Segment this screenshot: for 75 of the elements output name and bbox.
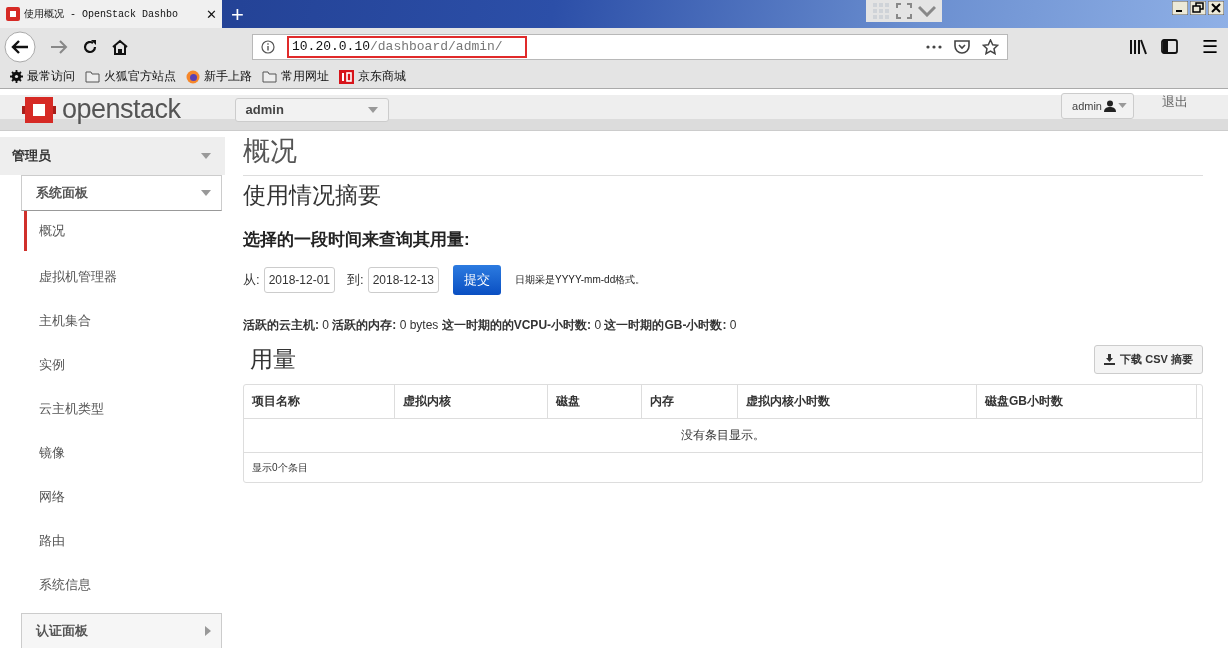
store-logo-icon [339,69,354,84]
restore-icon[interactable] [1190,1,1206,15]
user-dropdown[interactable]: admin [1061,92,1134,119]
gear-icon [10,70,23,83]
info-icon[interactable] [261,39,275,54]
folder-icon [262,70,277,83]
sidebar-item[interactable]: 主机集合 [24,299,225,343]
start-date-field[interactable]: 2018-12-01 [263,267,335,293]
column-header[interactable]: 内存 [642,385,738,418]
submit-button[interactable]: 提交 [453,265,502,295]
query-heading: 选择的一段时间来查询其用量: [243,229,471,251]
sidebar-section-header[interactable]: 管理员 [0,137,225,175]
end-date-field[interactable]: 2018-12-13 [367,267,440,293]
bookmark-link[interactable]: 最常访问 [10,68,75,85]
url-text: 10.20.0.10/dashboard/admin/ [287,35,527,58]
page-title: 概况 [243,133,1203,176]
sidebar-panel-header[interactable]: 系统面板 [21,175,222,211]
home-icon[interactable] [112,38,128,55]
sidebar-item[interactable]: 虚拟机管理器 [24,255,225,299]
bookmark-link[interactable]: 常用网址 [262,68,329,85]
caret-icon [205,626,211,636]
openstack-favicon-icon [6,7,20,21]
logout-link[interactable]: 退出 [1162,92,1188,111]
sidebar-item[interactable]: 概况 [24,211,225,251]
menu-button[interactable]: ☰ [1201,35,1218,58]
sidebar-icon[interactable] [1160,39,1178,54]
column-header[interactable]: 磁盘GB小时数 [977,385,1197,418]
chevron-down-icon[interactable] [918,5,936,17]
openstack-logo[interactable]: openstack [22,93,181,126]
minimize-icon[interactable] [1172,1,1188,15]
folder-icon [85,70,100,83]
sidebar-item[interactable]: 系统信息 [24,563,225,607]
address-bar[interactable]: 10.20.0.10/dashboard/admin/ [252,33,1008,60]
sidebar-item[interactable]: 实例 [24,343,225,387]
library-icon[interactable] [1128,38,1147,55]
usage-stats: 活跃的云主机: 0 活跃的内存: 0 bytes 这一时期的的VCPU-小时数: 0 这一时期的GB-小时数: 0 [243,317,738,334]
empty-table-message: 没有条目显示。 [244,419,1202,453]
download-icon [1104,353,1116,365]
column-header[interactable]: 虚拟内核 [395,385,548,418]
column-header[interactable]: 磁盘 [548,385,642,418]
fullscreen-icon[interactable] [896,3,912,19]
star-icon[interactable] [982,38,999,55]
usage-title: 用量 [250,345,296,374]
date-format-hint: 日期采是YYYY-mm-dd格式。 [515,273,646,287]
bookmark-link[interactable]: 新手上路 [186,68,252,85]
project-dropdown[interactable]: admin [234,97,389,122]
from-label: 从: [243,271,260,289]
more-dots-icon[interactable] [926,44,942,49]
browser-globe-icon [186,69,200,84]
new-tab-button[interactable]: + [222,2,253,28]
caret-icon [201,153,211,159]
caret-icon [367,106,378,113]
table-footer: 显示0个条目 [244,453,1202,482]
close-tab-button[interactable]: ✕ [206,6,217,22]
reload-icon[interactable] [82,38,98,55]
sidebar-item[interactable]: 路由 [24,519,225,563]
browser-tab[interactable]: 使用概况 - OpenStack Dashbo ✕ [0,0,222,28]
sidebar-item[interactable]: 网络 [24,475,225,519]
user-icon [1104,99,1116,112]
caret-icon [1118,103,1127,108]
bookmark-link[interactable]: 京东商城 [339,68,406,85]
column-header[interactable]: 虚拟内核小时数 [738,385,977,418]
to-label: 到: [347,271,364,289]
sidebar-panel-header[interactable]: 认证面板 [21,613,222,648]
sidebar-item[interactable]: 云主机类型 [24,387,225,431]
section-title: 使用情况摘要 [243,181,382,210]
close-icon[interactable] [1208,1,1224,15]
download-csv-button[interactable]: 下载 CSV 摘要 [1094,344,1203,374]
tab-title: 使用概况 - OpenStack Dashbo [24,8,180,21]
caret-icon [201,190,211,196]
column-header[interactable]: 项目名称 [244,385,395,418]
sidebar-item[interactable]: 镜像 [24,431,225,475]
pocket-icon[interactable] [954,39,970,54]
bookmark-link[interactable]: 火狐官方站点 [85,68,176,85]
forward-arrow-icon[interactable] [50,38,68,55]
